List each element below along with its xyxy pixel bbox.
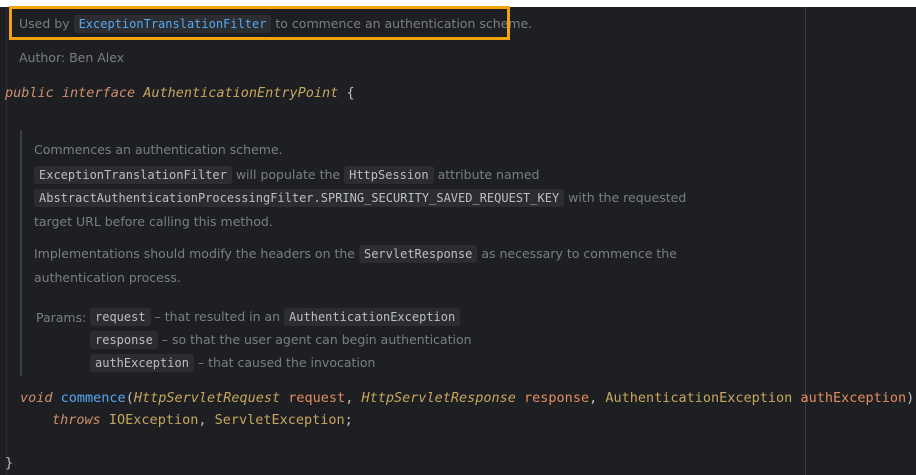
throws-clause: throws IOException, ServletException; (52, 412, 353, 428)
author-name: Ben Alex (69, 50, 125, 65)
exception-type[interactable]: IOException (109, 412, 198, 428)
param-type[interactable]: HttpServletResponse (361, 390, 515, 406)
keyword-interface: interface (61, 85, 136, 101)
param-name: authException (90, 354, 194, 372)
highlight-annotation (9, 6, 510, 40)
doc-line-5: Implementations should modify the header… (34, 245, 677, 263)
doc-block-bar (20, 130, 22, 376)
doc-line-2-text1: will populate the (235, 167, 341, 182)
gutter-line (6, 7, 7, 475)
params-label: Params: (36, 310, 87, 325)
doc-line-2: ExceptionTranslationFilter will populate… (34, 166, 539, 184)
http-session-link[interactable]: HttpSession (344, 166, 434, 184)
doc-line-2-text2: attribute named (437, 167, 540, 182)
method-name[interactable]: commence (61, 390, 126, 406)
param-name: response (90, 331, 158, 349)
param-desc: – that caused the invocation (197, 355, 376, 370)
param-desc: – that resulted in an (154, 309, 281, 324)
author-line: Author: Ben Alex (19, 50, 124, 65)
doc-line-3: AbstractAuthenticationProcessingFilter.S… (34, 189, 686, 207)
exception-type[interactable]: ServletException (215, 412, 345, 428)
param-name: request (90, 308, 151, 326)
keyword-void: void (20, 390, 53, 406)
param-type[interactable]: HttpServletRequest (134, 390, 280, 406)
doc-line-5-text2: as necessary to commence the (481, 246, 677, 261)
authentication-exception-link[interactable]: AuthenticationException (284, 308, 461, 326)
brace-close: } (5, 455, 14, 471)
param-var: authException (800, 390, 907, 406)
param-row: response – so that the user agent can be… (90, 331, 472, 349)
param-desc: – so that the user agent can begin authe… (161, 332, 472, 347)
param-row: request – that resulted in an Authentica… (90, 308, 461, 326)
interface-name[interactable]: AuthenticationEntryPoint (143, 85, 338, 101)
doc-line-1: Commences an authentication scheme. (34, 142, 283, 157)
exception-translation-filter-link[interactable]: ExceptionTranslationFilter (34, 166, 232, 184)
param-var: response (524, 390, 590, 406)
author-label: Author: (19, 50, 66, 65)
param-type[interactable]: AuthenticationException (605, 390, 792, 406)
servlet-response-link[interactable]: ServletResponse (358, 245, 478, 263)
brace-open: { (346, 85, 355, 101)
method-signature: void commence(HttpServletRequest request… (20, 390, 915, 406)
keyword-throws: throws (52, 412, 101, 428)
saved-request-key-link[interactable]: AbstractAuthenticationProcessingFilter.S… (34, 189, 565, 207)
doc-line-4: target URL before calling this method. (34, 214, 273, 229)
param-row: authException – that caused the invocati… (90, 354, 375, 372)
keyword-public: public (5, 85, 54, 101)
doc-line-6: authentication process. (34, 270, 181, 285)
interface-declaration: public interface AuthenticationEntryPoin… (5, 85, 355, 101)
param-var: request (288, 390, 346, 406)
doc-line-5-text1: Implementations should modify the header… (34, 246, 355, 261)
doc-line-3-text: with the requested (568, 190, 687, 205)
